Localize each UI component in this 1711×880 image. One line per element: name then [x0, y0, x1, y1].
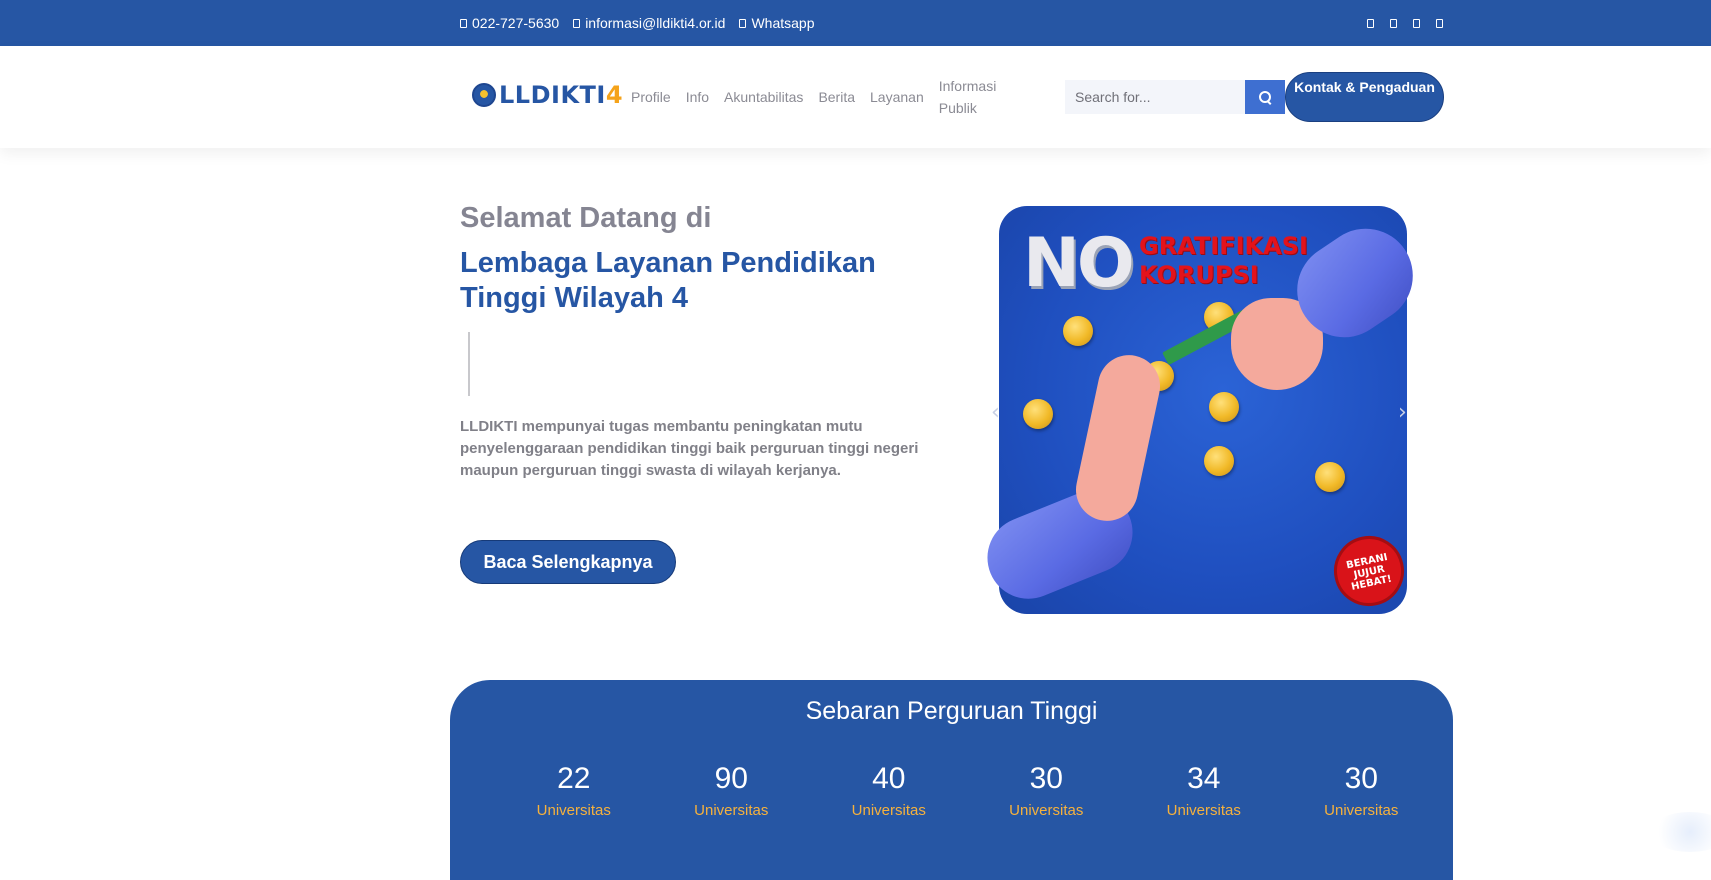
- read-more-button[interactable]: Baca Selengkapnya: [460, 540, 676, 584]
- instagram-icon[interactable]: [1413, 18, 1420, 28]
- coin-icon: [1023, 399, 1053, 429]
- poster-badge: BERANI JUJUR HEBAT!: [1327, 529, 1411, 613]
- hero-slider: NO GRATIFIKASI KORUPSI BERANI JUJUR HEBA…: [975, 200, 1435, 640]
- site-header: LLDIKTI4 Profile Info Akuntabilitas Beri…: [0, 46, 1711, 148]
- facebook-icon[interactable]: [1367, 18, 1374, 28]
- coin-icon: [1063, 316, 1093, 346]
- contact-info: 022-727-5630 informasi@lldikti4.or.id Wh…: [460, 0, 815, 46]
- stat-value: 34: [1187, 762, 1221, 795]
- stat-item: 30 Universitas: [968, 762, 1126, 819]
- email-address: informasi@lldikti4.or.id: [585, 15, 726, 31]
- whatsapp-icon: [739, 18, 747, 28]
- search-form: [1065, 80, 1285, 114]
- poster-subline: GRATIFIKASI KORUPSI: [1139, 232, 1308, 289]
- nav-item-akuntabilitas[interactable]: Akuntabilitas: [724, 86, 803, 108]
- stats-grid: 22 Universitas 90 Universitas 40 Univers…: [495, 762, 1440, 819]
- nav-item-informasi-publik[interactable]: Informasi Publik: [939, 75, 1003, 119]
- stat-label: Universitas: [1166, 802, 1241, 819]
- search-input[interactable]: [1065, 80, 1245, 114]
- site-logo[interactable]: LLDIKTI4: [472, 80, 623, 110]
- twitter-icon[interactable]: [1390, 18, 1397, 28]
- email-link[interactable]: informasi@lldikti4.or.id: [573, 15, 725, 31]
- nav-item-berita[interactable]: Berita: [818, 86, 855, 108]
- whatsapp-link[interactable]: Whatsapp: [739, 15, 815, 31]
- nav-item-layanan[interactable]: Layanan: [870, 86, 924, 108]
- phone-icon: [460, 18, 467, 28]
- search-icon: [1259, 91, 1271, 103]
- phone-number: 022-727-5630: [472, 15, 560, 31]
- hero-description: LLDIKTI mempunyai tugas membantu peningk…: [460, 418, 919, 479]
- top-bar: 022-727-5630 informasi@lldikti4.or.id Wh…: [0, 0, 1711, 46]
- hero-divider: [468, 332, 470, 396]
- stat-value: 22: [557, 762, 591, 795]
- chat-widget[interactable]: [1650, 812, 1711, 852]
- stat-label: Universitas: [694, 802, 769, 819]
- stat-value: 40: [872, 762, 906, 795]
- phone-link[interactable]: 022-727-5630: [460, 15, 559, 31]
- stat-label: Universitas: [1009, 802, 1084, 819]
- stat-label: Universitas: [1324, 802, 1399, 819]
- hero-pretitle: Selamat Datang di: [460, 202, 712, 234]
- stat-item: 40 Universitas: [810, 762, 968, 819]
- stat-label: Universitas: [536, 802, 611, 819]
- coin-icon: [1204, 446, 1234, 476]
- nav-item-info[interactable]: Info: [686, 86, 709, 108]
- stat-item: 22 Universitas: [495, 762, 653, 819]
- main-nav: Profile Info Akuntabilitas Berita Layana…: [631, 46, 1003, 148]
- stat-item: 34 Universitas: [1125, 762, 1283, 819]
- stats-title: Sebaran Perguruan Tinggi: [805, 697, 1098, 725]
- hero-title: Lembaga Layanan Pendidikan Tinggi Wilaya…: [460, 247, 876, 314]
- nav-item-profile[interactable]: Profile: [631, 86, 671, 108]
- refusing-hand: [1070, 349, 1166, 527]
- slider-prev-arrow[interactable]: ‹: [991, 400, 1000, 425]
- anti-corruption-poster: NO GRATIFIKASI KORUPSI BERANI JUJUR HEBA…: [975, 206, 1432, 614]
- stat-value: 90: [714, 762, 748, 795]
- coin-icon: [1209, 392, 1239, 422]
- social-links: [1367, 0, 1443, 46]
- envelope-icon: [573, 18, 581, 28]
- search-button[interactable]: [1245, 80, 1285, 114]
- slider-next-arrow[interactable]: ›: [1398, 400, 1407, 425]
- contact-complaint-button[interactable]: Kontak & Pengaduan: [1285, 72, 1444, 122]
- poster-headline: NO: [1023, 224, 1135, 303]
- whatsapp-label: Whatsapp: [751, 15, 815, 31]
- stat-value: 30: [1344, 762, 1378, 795]
- coin-icon: [1315, 462, 1345, 492]
- youtube-icon[interactable]: [1436, 18, 1443, 28]
- stat-item: 90 Universitas: [653, 762, 811, 819]
- logo-text: LLDIKTI4: [499, 81, 624, 109]
- logo-emblem-icon: [472, 83, 496, 107]
- stat-value: 30: [1029, 762, 1063, 795]
- university-stats: Sebaran Perguruan Tinggi 22 Universitas …: [450, 680, 1453, 880]
- stat-item: 30 Universitas: [1283, 762, 1441, 819]
- stat-label: Universitas: [851, 802, 926, 819]
